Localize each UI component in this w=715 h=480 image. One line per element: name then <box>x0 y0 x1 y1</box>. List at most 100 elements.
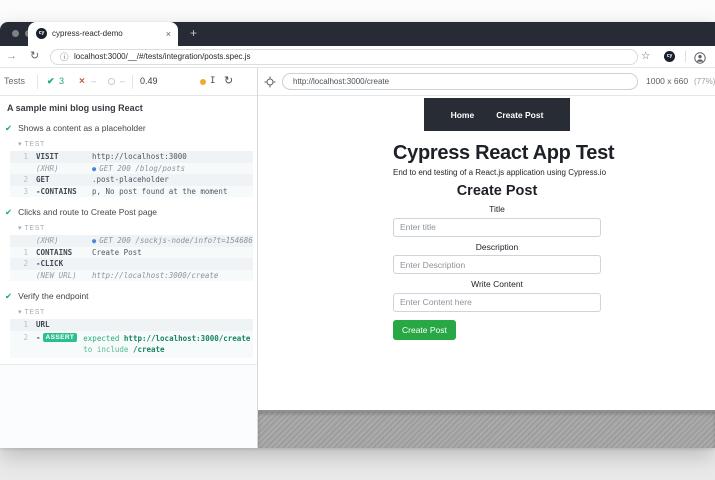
create-post-button[interactable]: Create Post <box>393 320 456 340</box>
test-section-header[interactable]: ▾ TEST <box>18 140 257 148</box>
new-tab-button[interactable]: + <box>190 22 197 45</box>
command-dash: - <box>36 333 41 342</box>
traffic-light-close-icon[interactable] <box>12 30 19 37</box>
title-label: Title <box>393 204 601 214</box>
toolbar-separator <box>37 75 38 89</box>
toolbar-separator <box>132 75 133 89</box>
command-name: -CLICK <box>36 259 86 268</box>
app-title: Cypress React App Test <box>393 142 601 165</box>
site-info-icon[interactable]: ⓘ <box>60 50 69 64</box>
browser-tab[interactable]: cy cypress-react-demo × <box>28 22 178 46</box>
xhr-args: GET 200 /sockjs-node/info?t=1546869… <box>99 236 253 245</box>
command-row[interactable]: 1 CONTAINS Create Post <box>10 247 253 259</box>
suite-title[interactable]: A sample mini blog using React <box>7 103 257 113</box>
test-passed-check-icon: ✔ <box>5 123 12 134</box>
address-bar: → ↻ ⓘ localhost:3000/__/#/tests/integrat… <box>0 46 715 68</box>
test-title-label: Verify the endpoint <box>18 291 88 301</box>
tab-strip: cy cypress-react-demo × + <box>0 22 715 46</box>
command-name: CONTAINS <box>36 248 86 257</box>
cypress-extension-icon[interactable]: cy <box>664 51 675 62</box>
command-number: 2 <box>14 259 28 268</box>
command-row[interactable]: 1 URL <box>10 319 253 331</box>
form-group-content: Write Content <box>393 279 601 312</box>
pending-count: – <box>120 68 125 95</box>
test-section-header[interactable]: ▾ TEST <box>18 308 257 316</box>
assert-row[interactable]: 2 - ASSERT expected http://localhost:300… <box>10 331 253 358</box>
command-args: http://localhost:3000/create <box>92 271 253 280</box>
forward-arrow-icon[interactable]: → <box>6 46 17 67</box>
caret-down-icon: ▾ <box>18 225 22 232</box>
assert-message: expected http://localhost:3000/create to… <box>83 333 253 355</box>
cypress-reporter-panel: A sample mini blog using React ✔ Shows a… <box>0 96 257 448</box>
title-input[interactable] <box>393 218 601 237</box>
tab-title: cypress-react-demo <box>52 22 123 46</box>
command-name: -CONTAINS <box>36 187 86 196</box>
form-group-title: Title <box>393 204 601 237</box>
passed-check-icon: ✔ <box>47 68 55 95</box>
test-title[interactable]: ✔ Verify the endpoint <box>5 291 257 302</box>
content-input[interactable] <box>393 293 601 312</box>
command-row[interactable]: 2 -CLICK <box>10 258 253 270</box>
reporter-empty-area <box>0 364 257 449</box>
command-args: p, No post found at the moment <box>92 187 253 196</box>
content-label: Write Content <box>393 279 601 289</box>
command-name: (NEW URL) <box>36 271 86 280</box>
test-passed-check-icon: ✔ <box>5 291 12 302</box>
command-row[interactable]: 1 VISIT http://localhost:3000 <box>10 151 253 163</box>
test-section-header[interactable]: ▾ TEST <box>18 224 257 232</box>
tests-back-link[interactable]: Tests <box>4 68 25 95</box>
command-args: http://localhost:3000 <box>92 152 253 161</box>
app-iframe: Home Create Post Cypress React App Test … <box>258 96 715 410</box>
app-navbar: Home Create Post <box>424 98 570 131</box>
xhr-dot-icon: ● <box>92 165 96 173</box>
url-text[interactable]: localhost:3000/__/#/tests/integration/po… <box>74 50 251 64</box>
command-args: ●GET 200 /blog/posts <box>92 164 253 173</box>
command-log: 1 VISIT http://localhost:3000 (XHR) ●GET… <box>10 151 253 197</box>
command-log: (XHR) ●GET 200 /sockjs-node/info?t=15468… <box>10 235 253 281</box>
form-group-description: Description <box>393 242 601 275</box>
command-log: 1 URL 2 - ASSERT expected http://localho… <box>10 319 253 358</box>
browser-reload-icon[interactable]: ↻ <box>30 46 39 67</box>
assert-expected: expected <box>83 334 119 343</box>
command-number: 1 <box>14 152 28 161</box>
profile-avatar-icon[interactable] <box>694 51 706 69</box>
omnibox[interactable]: ⓘ localhost:3000/__/#/tests/integration/… <box>50 49 638 65</box>
new-url-row[interactable]: (NEW URL) http://localhost:3000/create <box>10 270 253 282</box>
assert-badge: ASSERT <box>43 333 78 343</box>
test-section-label: TEST <box>25 309 45 316</box>
failed-count: – <box>91 68 96 95</box>
nav-link-create-post[interactable]: Create Post <box>496 110 543 120</box>
app-subtitle: End to end testing of a React.js applica… <box>393 168 601 177</box>
command-row[interactable]: 2 GET .post-placeholder <box>10 174 253 186</box>
pending-circle-icon <box>108 78 115 85</box>
viewport-size: 1000 x 660 <box>646 68 688 95</box>
viewport-scale: (77%) <box>694 68 715 95</box>
xhr-row[interactable]: (XHR) ●GET 200 /blog/posts <box>10 163 253 175</box>
test-title-label: Shows a content as a placeholder <box>18 123 146 133</box>
bookmark-star-icon[interactable]: ☆ <box>641 46 650 67</box>
app-url-field[interactable]: http://localhost:3000/create <box>282 73 638 90</box>
toolbar-separator <box>685 51 686 62</box>
assert-actual-value: http://localhost:3000/create <box>124 334 250 343</box>
cypress-toolbar: Tests ✔ 3 × – – 0.49 I ↻ http://localhos… <box>0 68 715 96</box>
test-title[interactable]: ✔ Shows a content as a placeholder <box>5 123 257 134</box>
nav-link-home[interactable]: Home <box>451 110 475 120</box>
caret-down-icon: ▾ <box>18 309 22 316</box>
tab-close-icon[interactable]: × <box>166 22 171 46</box>
assert-expected-value: /create <box>133 345 165 354</box>
test-title[interactable]: ✔ Clicks and route to Create Post page <box>5 207 257 218</box>
scroll-indicator-icon[interactable]: I <box>210 68 215 95</box>
xhr-row[interactable]: (XHR) ●GET 200 /sockjs-node/info?t=15468… <box>10 235 253 247</box>
command-name: VISIT <box>36 152 86 161</box>
cypress-favicon-icon: cy <box>36 28 47 39</box>
status-dot-icon <box>200 79 206 85</box>
command-args: ●GET 200 /sockjs-node/info?t=1546869… <box>92 236 253 245</box>
assert-verb: to include <box>83 345 128 354</box>
restart-tests-icon[interactable]: ↻ <box>224 68 233 95</box>
form-title: Create Post <box>393 183 601 199</box>
description-input[interactable] <box>393 255 601 274</box>
command-number: 2 <box>14 175 28 184</box>
app-url-text: http://localhost:3000/create <box>293 74 389 89</box>
selector-playground-icon[interactable] <box>264 76 276 90</box>
command-row[interactable]: 3 -CONTAINS p, No post found at the mome… <box>10 186 253 198</box>
